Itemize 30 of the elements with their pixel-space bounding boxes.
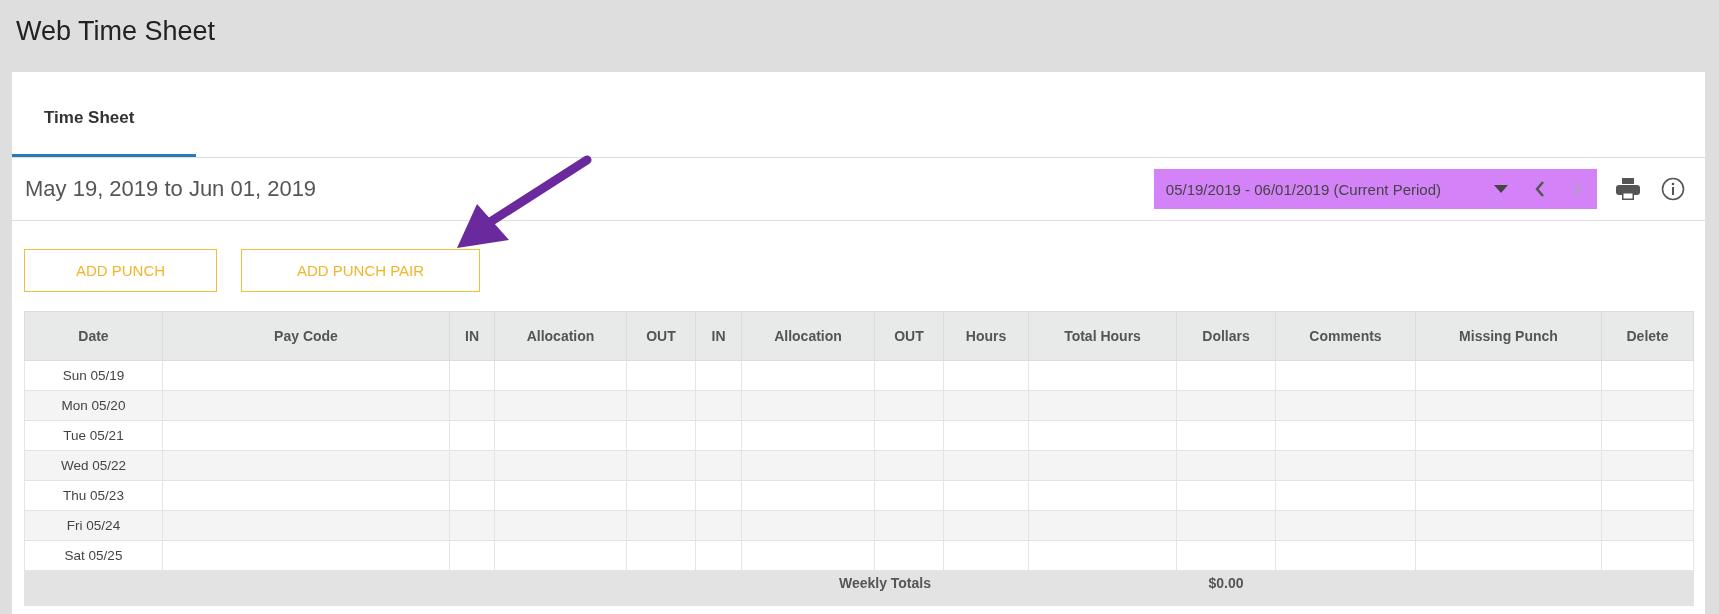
column-header: Delete [1601, 311, 1694, 361]
weekly-totals-label: Weekly Totals [24, 570, 944, 606]
date-cell: Wed 05/22 [24, 450, 163, 481]
column-header: Date [24, 311, 163, 361]
column-header: Pay Code [162, 311, 450, 361]
column-header: Dollars [1176, 311, 1276, 361]
period-dropdown[interactable]: 05/19/2019 - 06/01/2019 (Current Period) [1153, 169, 1523, 209]
column-header: Allocation [741, 311, 875, 361]
info-icon[interactable] [1661, 177, 1685, 201]
column-header: IN [449, 311, 495, 361]
column-header: Hours [943, 311, 1029, 361]
date-cell: Sun 05/19 [24, 360, 163, 391]
date-range-title: May 19, 2019 to Jun 01, 2019 [24, 176, 318, 202]
date-cell: Thu 05/23 [24, 480, 163, 511]
column-header: Total Hours [1028, 311, 1177, 361]
column-header: Comments [1275, 311, 1416, 361]
column-header: Allocation [494, 311, 627, 361]
tab[interactable]: Time Sheet [12, 108, 196, 157]
page-title: Web Time Sheet [15, 15, 217, 48]
dollars-total: $0.00 [1176, 570, 1276, 606]
date-cell: Fri 05/24 [24, 510, 163, 541]
column-header: OUT [874, 311, 944, 361]
date-cell: Mon 05/20 [24, 390, 163, 421]
print-icon[interactable] [1615, 177, 1641, 201]
date-cell: Sat 05/25 [24, 540, 163, 571]
column-header: OUT [626, 311, 696, 361]
caret-icon [1493, 184, 1509, 194]
date-cell: Tue 05/21 [24, 420, 163, 451]
column-header: IN [695, 311, 742, 361]
column-header: Missing Punch [1415, 311, 1602, 361]
